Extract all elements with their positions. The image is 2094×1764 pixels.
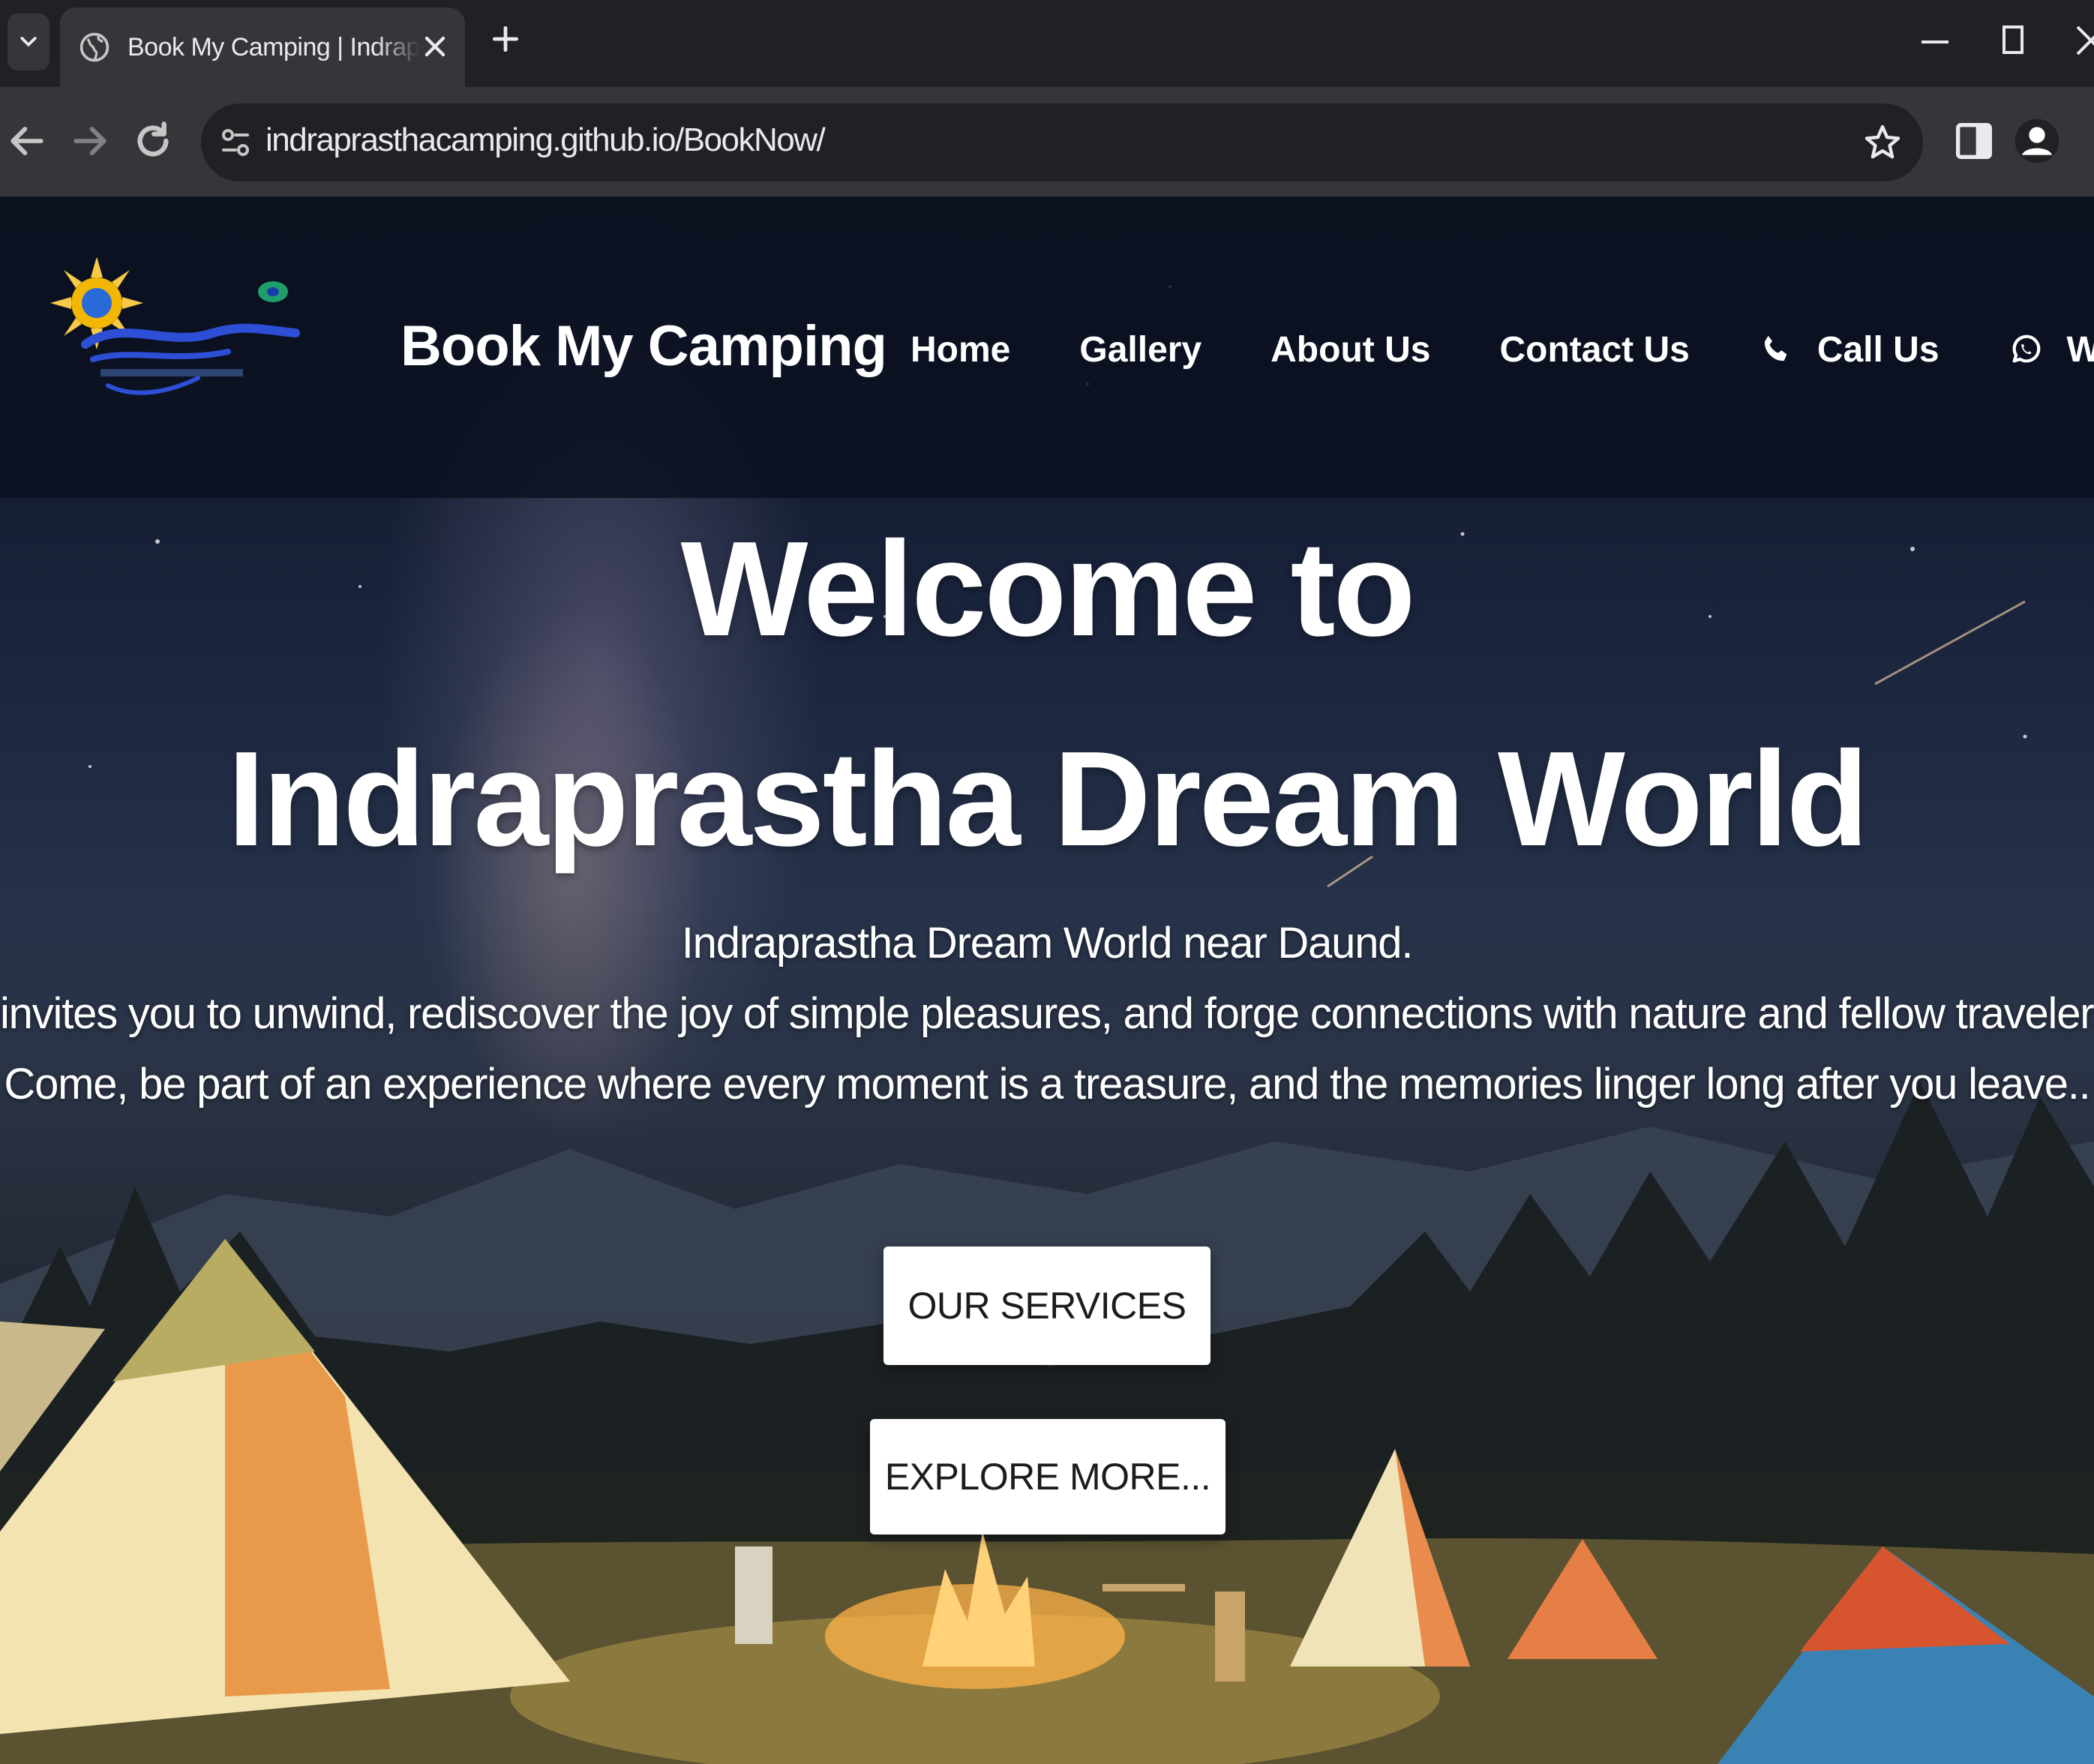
- nav-gallery-label: Gallery: [1079, 329, 1202, 370]
- plus-icon[interactable]: [489, 22, 522, 56]
- chevron-down-icon: [20, 37, 37, 47]
- web-page: Book My Camping Home Gallery About Us Co…: [0, 196, 2094, 1764]
- maximize-icon[interactable]: [1990, 21, 2036, 60]
- nav-home[interactable]: Home: [910, 329, 1010, 370]
- phone-icon: [1764, 335, 1787, 362]
- hero-title-line1: Welcome to: [680, 514, 1416, 664]
- our-services-button[interactable]: OUR SERVICES: [884, 1246, 1210, 1365]
- close-icon[interactable]: [418, 30, 452, 63]
- minimize-icon[interactable]: [1912, 21, 1958, 60]
- explore-more-button[interactable]: EXPLORE MORE...: [870, 1419, 1226, 1534]
- brand-title[interactable]: Book My Camping: [400, 314, 887, 379]
- nav-about-us[interactable]: About Us: [1270, 329, 1430, 370]
- hero-subtitle-line3: Come, be part of an experience where eve…: [4, 1060, 2090, 1108]
- nav-gallery[interactable]: Gallery: [1079, 329, 1202, 370]
- main-nav: Home Gallery About Us Contact Us Call Us: [910, 320, 2094, 380]
- nav-contact-label: Contact Us: [1499, 329, 1690, 370]
- tab-search-button[interactable]: [8, 14, 50, 70]
- side-panel-icon[interactable]: [1950, 117, 1998, 165]
- browser-toolbar: indraprasthacamping.github.io/BookNow/: [0, 87, 2094, 196]
- url-text[interactable]: indraprasthacamping.github.io/BookNow/: [266, 122, 826, 159]
- site-info-icon[interactable]: [218, 124, 254, 160]
- nav-whatsapp[interactable]: Whatsapp: [2008, 329, 2094, 370]
- back-arrow-icon[interactable]: [3, 117, 51, 165]
- globe-icon: [80, 32, 110, 62]
- site-header: Book My Camping Home Gallery About Us Co…: [0, 196, 2094, 498]
- browser-chrome: Book My Camping | Indraprastha: [0, 0, 2094, 196]
- hero-subtitle-line2: invites you to unwind, rediscover the jo…: [0, 989, 2094, 1038]
- hero-title-line2: Indraprastha Dream World: [227, 724, 1868, 874]
- nav-home-label: Home: [910, 329, 1011, 370]
- nav-whatsapp-label: Whatsapp: [2066, 329, 2094, 370]
- reload-icon[interactable]: [129, 117, 177, 165]
- nav-call-label: Call Us: [1816, 329, 1940, 370]
- forward-arrow-icon[interactable]: [66, 117, 114, 165]
- bookmark-star-icon[interactable]: [1862, 122, 1904, 164]
- whatsapp-icon: [2012, 334, 2040, 363]
- address-bar[interactable]: indraprasthacamping.github.io/BookNow/: [201, 104, 1923, 182]
- indraprastha-logo[interactable]: [40, 258, 310, 408]
- tab-title: Book My Camping | Indraprastha: [128, 32, 420, 62]
- nav-contact-us[interactable]: Contact Us: [1499, 329, 1689, 370]
- profile-icon[interactable]: [2013, 117, 2061, 165]
- hero-subtitle-line1: Indraprastha Dream World near Daund.: [681, 919, 1414, 968]
- browser-tab[interactable]: Book My Camping | Indraprastha: [60, 8, 465, 87]
- tab-strip: Book My Camping | Indraprastha: [0, 0, 2094, 87]
- nav-about-label: About Us: [1270, 329, 1431, 370]
- window-close-icon[interactable]: [2068, 21, 2094, 60]
- nav-call-us[interactable]: Call Us: [1759, 329, 1940, 370]
